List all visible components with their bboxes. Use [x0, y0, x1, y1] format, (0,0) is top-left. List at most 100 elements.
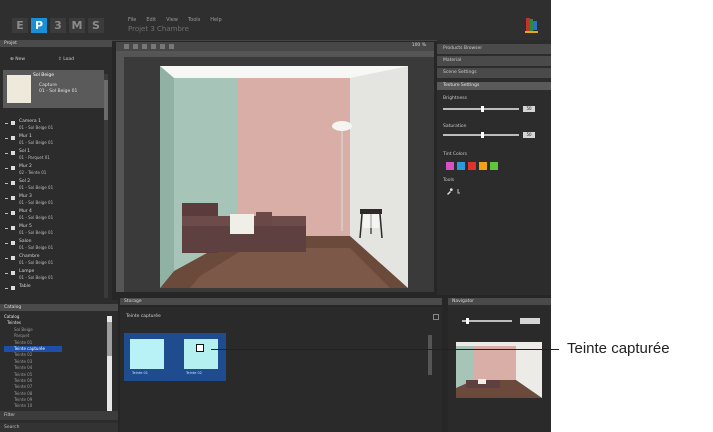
slider-knob[interactable]	[481, 106, 484, 112]
list-item[interactable]: Mur 4 01 - Sol Beige 01	[0, 208, 104, 223]
menu-view[interactable]: View	[166, 17, 178, 23]
color-swatch[interactable]	[479, 162, 487, 170]
list-item[interactable]: Mur 2 02 - Teinte 01	[0, 163, 104, 178]
eyedropper-icon[interactable]	[446, 188, 453, 195]
load-button-label: Load	[63, 57, 74, 62]
visibility-icon[interactable]	[11, 151, 15, 155]
render-icon[interactable]	[169, 44, 174, 49]
3d-viewport[interactable]: 100 %	[116, 42, 434, 292]
menu-bar: File Edit View Tools Help	[128, 17, 222, 23]
visibility-icon[interactable]	[11, 136, 15, 140]
catalog-tree: Catalog Teintes Sol Beige Parquet Teinte…	[4, 314, 62, 410]
captured-tints-row: Teinte 01 Teinte 02	[124, 333, 226, 381]
selected-project-item[interactable]: Sol Beige Capture 01 - Sol Beige 01	[3, 70, 104, 108]
expand-icon[interactable]	[5, 198, 8, 199]
item-name: Camera 1	[19, 119, 41, 124]
scrollbar-thumb[interactable]	[104, 80, 108, 120]
expand-icon[interactable]	[5, 258, 8, 259]
navigator-zoom-slider[interactable]	[462, 318, 512, 324]
zoom-icon[interactable]	[142, 44, 147, 49]
logo-letter: M	[69, 18, 85, 33]
new-button[interactable]: ⊕ New	[10, 56, 25, 64]
list-item[interactable]: Sol 2 01 - Sol Beige 01	[0, 178, 104, 193]
menu-tools[interactable]: Tools	[188, 17, 200, 23]
expand-icon[interactable]	[5, 213, 8, 214]
project-scrollbar[interactable]	[104, 74, 108, 298]
item-sub: 01 - Sol Beige 01	[19, 230, 54, 235]
expand-icon[interactable]	[5, 243, 8, 244]
item-name: Table	[19, 284, 31, 289]
tab-products-browser[interactable]: Products Browser	[437, 44, 551, 54]
expand-icon[interactable]	[5, 228, 8, 229]
navigator-zoom-value[interactable]	[520, 318, 540, 324]
visibility-icon[interactable]	[11, 181, 15, 185]
catalog-panel: Catalog Catalog Teintes Sol Beige Parque…	[0, 300, 118, 432]
tree-item[interactable]: Teinte 10	[4, 403, 62, 409]
rotate-icon[interactable]	[133, 44, 138, 49]
project-list: Camera 1 01 - Sol Beige 01 Mur 1 01 - Sol …	[0, 118, 104, 298]
visibility-icon[interactable]	[11, 226, 15, 230]
brightness-slider[interactable]	[443, 106, 519, 112]
callout-marker	[196, 344, 204, 352]
slider-knob[interactable]	[466, 318, 469, 324]
list-item[interactable]: Mur 3 01 - Sol Beige 01	[0, 193, 104, 208]
visibility-icon[interactable]	[11, 286, 15, 290]
room-render[interactable]	[160, 66, 408, 288]
export-icon[interactable]	[433, 314, 439, 320]
tab-material[interactable]: Material	[437, 56, 551, 66]
visibility-icon[interactable]	[11, 196, 15, 200]
texture-settings-header[interactable]: Texture Settings	[437, 82, 551, 90]
saturation-value[interactable]: 50	[523, 132, 535, 138]
color-swatch[interactable]	[457, 162, 465, 170]
filter-bar[interactable]: Filter	[0, 411, 118, 420]
list-item[interactable]: Sol 1 01 - Parquet 01	[0, 148, 104, 163]
tint-tile[interactable]	[130, 339, 164, 369]
search-bar[interactable]: Search	[0, 423, 118, 432]
expand-icon[interactable]	[5, 183, 8, 184]
visibility-icon[interactable]	[11, 241, 15, 245]
visibility-icon[interactable]	[11, 211, 15, 215]
expand-icon[interactable]	[5, 153, 8, 154]
visibility-icon[interactable]	[11, 271, 15, 275]
app-flag-icon[interactable]	[522, 16, 540, 34]
list-item[interactable]: Camera 1 01 - Sol Beige 01	[0, 118, 104, 133]
list-item[interactable]: Table	[0, 283, 104, 298]
move-icon[interactable]	[124, 44, 129, 49]
menu-file[interactable]: File	[128, 17, 136, 23]
pan-icon[interactable]	[151, 44, 156, 49]
tab-scene-settings[interactable]: Scene Settings	[437, 68, 551, 78]
color-swatch[interactable]	[446, 162, 454, 170]
project-toolbar: ⊕ New ⇪ Load	[0, 54, 112, 66]
expand-icon[interactable]	[5, 168, 8, 169]
list-item[interactable]: Mur 1 01 - Sol Beige 01	[0, 133, 104, 148]
color-swatch[interactable]	[490, 162, 498, 170]
list-item[interactable]: Mur 5 01 - Sol Beige 01	[0, 223, 104, 238]
slider-knob[interactable]	[481, 132, 484, 138]
list-item[interactable]: Chambre 01 - Sol Beige 01	[0, 253, 104, 268]
visibility-icon[interactable]	[11, 166, 15, 170]
brush-icon[interactable]	[456, 188, 463, 195]
visibility-icon[interactable]	[11, 121, 15, 125]
expand-icon[interactable]	[5, 138, 8, 139]
project-panel: Projet ⊕ New ⇪ Load Sol Beige Capture 01…	[0, 40, 112, 300]
list-item[interactable]: Lampe 01 - Sol Beige 01	[0, 268, 104, 283]
scrollbar-thumb[interactable]	[107, 322, 112, 356]
tray-header: Storage	[120, 298, 442, 305]
saturation-slider[interactable]	[443, 132, 519, 138]
navigator-thumbnail[interactable]	[456, 342, 542, 398]
menu-edit[interactable]: Edit	[146, 17, 156, 23]
item-sub: 01 - Sol Beige 01	[19, 185, 54, 190]
expand-icon[interactable]	[5, 123, 8, 124]
expand-icon[interactable]	[5, 273, 8, 274]
visibility-icon[interactable]	[11, 256, 15, 260]
expand-icon[interactable]	[5, 288, 8, 289]
camera-icon[interactable]	[160, 44, 165, 49]
tray-scrollbar[interactable]	[428, 335, 432, 375]
brightness-value[interactable]: 50	[523, 106, 535, 112]
catalog-scrollbar[interactable]	[107, 316, 112, 414]
menu-help[interactable]: Help	[210, 17, 221, 23]
list-item[interactable]: Salon 01 - Sol Beige 01	[0, 238, 104, 253]
load-button[interactable]: ⇪ Load	[58, 56, 74, 64]
color-swatch[interactable]	[468, 162, 476, 170]
zoom-level[interactable]: 100 %	[412, 43, 426, 48]
